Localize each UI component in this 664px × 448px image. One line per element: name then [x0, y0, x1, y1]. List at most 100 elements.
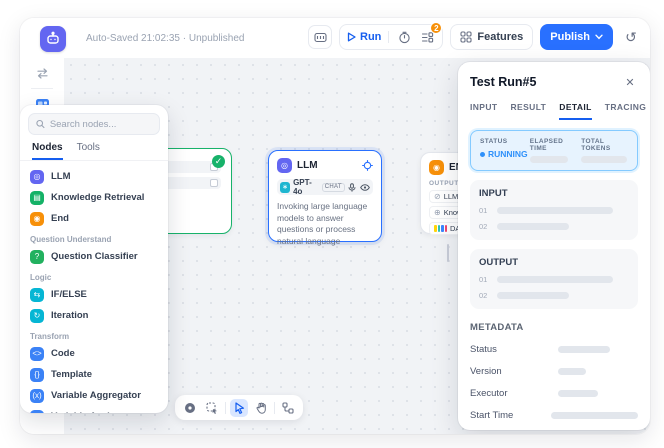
- status-label: STATUS: [480, 138, 530, 145]
- mic-icon: [348, 182, 357, 192]
- node-list: ◎ LLM ▤Knowledge Retrieval◉EndQuestion Und…: [20, 161, 168, 413]
- node-section-title: Question Understand: [26, 229, 162, 246]
- node-item-knowledge-retrieval[interactable]: ▤Knowledge Retrieval: [26, 187, 162, 208]
- shortcuts-icon[interactable]: [308, 25, 332, 49]
- node-item-variable-assigner[interactable]: = Variable Assigner: [26, 406, 162, 413]
- node-item-variable-assigner-icon: =: [30, 410, 44, 414]
- panel-resize-handle[interactable]: [447, 244, 449, 262]
- autosave-status: Auto-Saved 21:02:35 · Unpublished: [86, 33, 244, 44]
- chat-mode-badge: CHAT: [322, 183, 345, 192]
- play-icon: [347, 32, 356, 42]
- model-name: GPT-4o: [293, 178, 319, 196]
- elapsed-skeleton: [530, 156, 568, 163]
- node-item-question-classifier[interactable]: ?Question Classifier: [26, 246, 162, 267]
- divider: [274, 402, 275, 414]
- node-item-iteration-icon: ↻: [30, 309, 44, 323]
- vision-eye-icon: [360, 182, 370, 192]
- lasso-select-icon[interactable]: [203, 399, 221, 417]
- node-item-label: Variable Aggregator: [51, 390, 141, 401]
- end-node-icon: ◉: [429, 160, 444, 175]
- features-icon: [460, 31, 472, 43]
- io-skeleton-row: 02: [479, 291, 629, 300]
- node-search-panel: NodesTools ◎LLM▤Knowledge Retrieval◉EndQ…: [20, 105, 168, 413]
- node-item-label: LLM: [51, 171, 71, 182]
- node-item-llm-icon: ◎: [30, 170, 44, 184]
- node-item-template-icon: {}: [30, 368, 44, 382]
- node-item-label: Question Classifier: [51, 251, 138, 262]
- dalle-icon: [434, 225, 447, 232]
- run-tab-tracing[interactable]: TRACING: [605, 102, 647, 120]
- run-panel-tabs: INPUTRESULTDETAILTRACING: [470, 102, 638, 120]
- metadata-title: METADATA: [470, 322, 638, 333]
- checklist-icon[interactable]: 2: [419, 29, 435, 45]
- add-note-icon[interactable]: [181, 399, 199, 417]
- swap-workflow-icon[interactable]: [33, 64, 51, 82]
- node-panel-tab-nodes[interactable]: Nodes: [32, 142, 63, 160]
- llm-node-description: Invoking large language models to answer…: [277, 201, 373, 247]
- app-window: Auto-Saved 21:02:35 · Unpublished Run 2: [20, 18, 650, 434]
- metadata-row-executor: Executor: [470, 388, 638, 399]
- llm-node-icon: ◎: [277, 158, 292, 173]
- running-dot-icon: [480, 152, 485, 157]
- output-title: OUTPUT: [479, 257, 629, 268]
- node-item-iteration[interactable]: ↻ Iteration: [26, 305, 162, 326]
- node-section-title: Transform: [26, 326, 162, 343]
- node-item-variable-aggregator[interactable]: (x) Variable Aggregator: [26, 385, 162, 406]
- node-item-label: Variable Assigner: [51, 411, 130, 413]
- app-robot-icon[interactable]: [40, 26, 66, 52]
- pointer-mode-icon[interactable]: [230, 399, 248, 417]
- io-skeleton-row: 01: [479, 206, 629, 215]
- node-item-label: End: [51, 213, 69, 224]
- node-item-label: Template: [51, 369, 92, 380]
- search-icon: [36, 119, 45, 129]
- node-panel-tab-tools[interactable]: Tools: [77, 142, 100, 160]
- tokens-skeleton: [581, 156, 627, 163]
- node-item-label: Iteration: [51, 310, 88, 321]
- llm-node[interactable]: ◎ LLM ∗ GPT-4o CHAT Invoking large langu…: [268, 150, 382, 242]
- node-item-code-icon: <>: [30, 347, 44, 361]
- success-check-icon: ✓: [212, 155, 225, 168]
- node-item-template[interactable]: {} Template: [26, 364, 162, 385]
- run-tab-detail[interactable]: DETAIL: [559, 102, 591, 120]
- top-header: Auto-Saved 21:02:35 · Unpublished Run 2: [20, 18, 650, 58]
- status-card: STATUS RUNNING ELAPSED TIME TOTAL TOKENS: [470, 130, 638, 171]
- close-icon[interactable]: ✕: [622, 74, 638, 90]
- stopwatch-icon[interactable]: [396, 29, 412, 45]
- divider: [225, 402, 226, 414]
- field-icon: [210, 179, 218, 187]
- run-tab-input[interactable]: INPUT: [470, 102, 498, 120]
- input-card: INPUT 0102: [470, 180, 638, 240]
- history-icon[interactable]: ↺: [620, 26, 642, 48]
- divider: [31, 88, 53, 89]
- canvas-control-bar: [175, 395, 303, 420]
- run-tab-result[interactable]: RESULT: [511, 102, 547, 120]
- search-input[interactable]: [50, 119, 152, 130]
- publish-button[interactable]: Publish: [540, 24, 613, 50]
- node-section-title: Logic: [26, 267, 162, 284]
- node-item-code[interactable]: <>Code: [26, 343, 162, 364]
- organize-blocks-icon[interactable]: [279, 399, 297, 417]
- total-tokens-label: TOTAL TOKENS: [581, 138, 628, 152]
- node-item-end[interactable]: ◉End: [26, 208, 162, 229]
- node-settings-icon[interactable]: [362, 160, 373, 171]
- node-item-variable-aggregator-icon: (x): [30, 389, 44, 403]
- io-skeleton-row: 01: [479, 275, 629, 284]
- run-button[interactable]: Run: [347, 31, 381, 43]
- knowledge-ref-icon: ⊕: [434, 208, 441, 217]
- features-button[interactable]: Features: [450, 24, 533, 50]
- model-selector[interactable]: ∗ GPT-4o CHAT: [277, 179, 373, 195]
- node-item-label: IF/ELSE: [51, 289, 87, 300]
- output-card: OUTPUT 01 02: [470, 249, 638, 309]
- test-run-panel: Test Run#5 ✕ INPUT RESULT DETAIL TRACING ST…: [458, 62, 650, 430]
- elapsed-time-label: ELAPSED TIME: [530, 138, 581, 152]
- divider: [388, 31, 389, 43]
- metadata-row-version: Version: [470, 366, 638, 377]
- node-item-label: Knowledge Retrieval: [51, 192, 144, 203]
- metadata-row-start-time: Start Time: [470, 410, 638, 421]
- node-item-if-else[interactable]: ⇆IF/ELSE: [26, 284, 162, 305]
- run-panel-title: Test Run#5: [470, 75, 536, 89]
- hand-mode-icon[interactable]: [252, 399, 270, 417]
- node-item-llm[interactable]: ◎ LLM: [26, 166, 162, 187]
- status-value: RUNNING: [480, 149, 530, 159]
- node-search-box[interactable]: [28, 113, 160, 135]
